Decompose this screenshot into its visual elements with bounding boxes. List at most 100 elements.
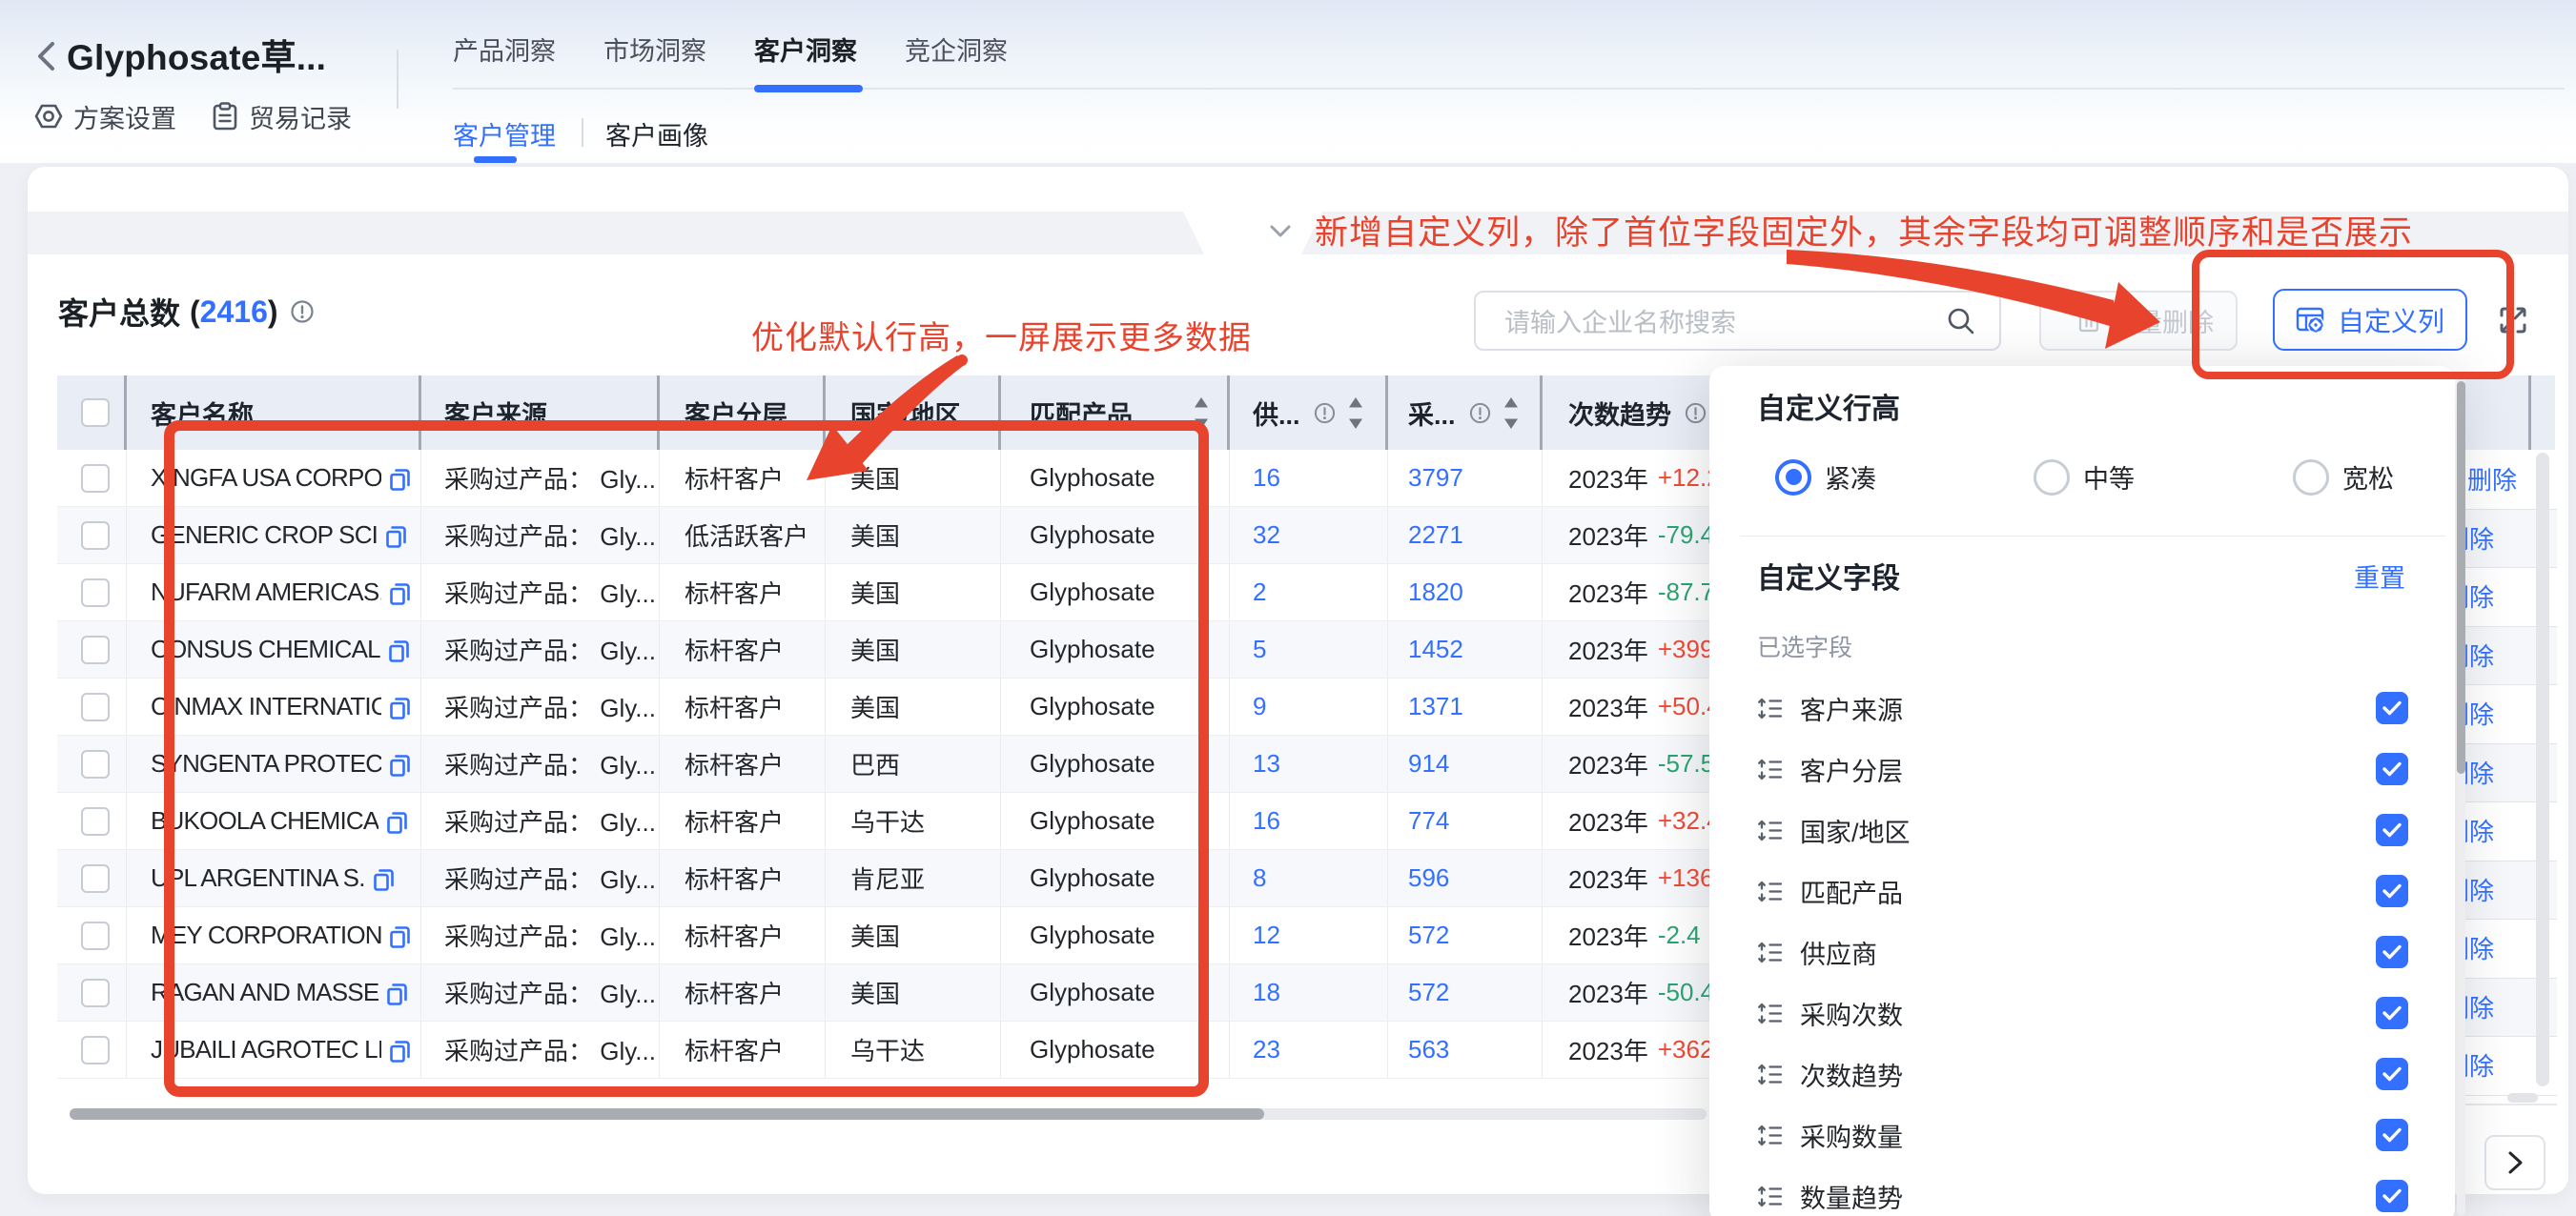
suppliers-count-link[interactable]: 32: [1253, 520, 1280, 550]
row-height-option-1[interactable]: 紧凑: [1775, 458, 1876, 496]
tab-4[interactable]: 竞企洞察: [905, 30, 1008, 68]
delete-row-label[interactable]: 删除: [2465, 993, 2494, 1023]
next-page-button[interactable]: [2484, 1135, 2545, 1190]
subtab-2[interactable]: 客户画像: [605, 115, 708, 152]
total-info-icon[interactable]: [290, 299, 315, 324]
row-checkbox[interactable]: [81, 1036, 110, 1064]
suppliers-count-link[interactable]: 18: [1253, 978, 1280, 1007]
delete-row-link[interactable]: 删除: [2465, 641, 2525, 672]
column-info-icon[interactable]: [1314, 402, 1336, 424]
delete-row-link[interactable]: 删除: [2465, 582, 2525, 613]
field-checkbox-checked[interactable]: [2376, 1119, 2408, 1151]
subtab-1[interactable]: 客户管理: [453, 115, 556, 152]
drag-handle-icon[interactable]: [1757, 1124, 1783, 1147]
delete-row-link[interactable]: 删除: [2465, 524, 2525, 555]
suppliers-count-link[interactable]: 16: [1253, 463, 1280, 493]
purchases-count-link[interactable]: 1452: [1408, 635, 1463, 664]
field-checkbox-checked[interactable]: [2376, 1180, 2408, 1212]
suppliers-count-link[interactable]: 9: [1253, 692, 1266, 721]
field-checkbox-checked[interactable]: [2376, 997, 2408, 1029]
field-checkbox-checked[interactable]: [2376, 753, 2408, 785]
suppliers-count-link[interactable]: 23: [1253, 1035, 1280, 1064]
purchases-count-link[interactable]: 563: [1408, 1035, 1449, 1064]
row-checkbox[interactable]: [81, 464, 110, 493]
row-checkbox[interactable]: [81, 521, 110, 550]
delete-row-label[interactable]: 删除: [2467, 465, 2517, 496]
filter-collapse-notch[interactable]: [1183, 212, 1322, 254]
drag-handle-icon[interactable]: [1757, 1185, 1783, 1208]
scheme-settings-button[interactable]: 方案设置: [34, 100, 176, 132]
delete-row-link[interactable]: 删除: [2465, 699, 2525, 730]
delete-row-label[interactable]: 删除: [2465, 1051, 2494, 1082]
suppliers-count-link[interactable]: 16: [1253, 806, 1280, 836]
delete-row-label[interactable]: 删除: [2465, 817, 2494, 847]
delete-row-link[interactable]: 删除: [2465, 934, 2525, 964]
collapse-chevron-icon[interactable]: [1268, 223, 1293, 240]
field-checkbox-checked[interactable]: [2376, 1058, 2408, 1090]
purchases-count-link[interactable]: 2271: [1408, 520, 1463, 550]
suppliers-count-link[interactable]: 5: [1253, 635, 1266, 664]
delete-row-link[interactable]: 删除: [2465, 759, 2525, 789]
delete-row-label[interactable]: 删除: [2465, 759, 2494, 789]
purchases-count-link[interactable]: 1820: [1408, 578, 1463, 607]
delete-row-link[interactable]: 删除: [2465, 876, 2525, 906]
row-checkbox[interactable]: [81, 864, 110, 893]
suppliers-count-link[interactable]: 13: [1253, 749, 1280, 779]
delete-row-label[interactable]: 删除: [2465, 582, 2494, 613]
tab-2[interactable]: 市场洞察: [603, 30, 706, 68]
drag-handle-icon[interactable]: [1757, 819, 1783, 842]
delete-row-label[interactable]: 删除: [2465, 699, 2494, 730]
delete-row-link[interactable]: 删除: [2465, 993, 2525, 1023]
vertical-scrollbar-thumb[interactable]: [2536, 453, 2549, 1086]
row-height-option-3[interactable]: 宽松: [2293, 458, 2394, 496]
drag-handle-icon[interactable]: [1757, 880, 1783, 903]
popover-scrollbar-thumb[interactable]: [2457, 381, 2465, 774]
delete-row-label[interactable]: 删除: [2465, 524, 2494, 555]
suppliers-count-link[interactable]: 2: [1253, 578, 1266, 607]
row-height-option-2[interactable]: 中等: [2034, 458, 2135, 496]
drag-handle-icon[interactable]: [1757, 1063, 1783, 1086]
column-info-icon[interactable]: [1469, 402, 1491, 424]
search-icon[interactable]: [1946, 306, 1976, 336]
purchases-count-link[interactable]: 1371: [1408, 692, 1463, 721]
purchases-count-link[interactable]: 774: [1408, 806, 1449, 836]
row-checkbox[interactable]: [81, 578, 110, 607]
delete-row-label[interactable]: 删除: [2465, 934, 2494, 964]
drag-handle-icon[interactable]: [1757, 941, 1783, 964]
delete-row-label[interactable]: 删除: [2465, 641, 2494, 672]
suppliers-count-link[interactable]: 12: [1253, 921, 1280, 950]
column-sort-icon[interactable]: [1503, 396, 1519, 430]
row-checkbox[interactable]: [81, 693, 110, 721]
delete-row-link[interactable]: 删除: [2465, 1051, 2525, 1082]
company-search-input[interactable]: 请输入企业名称搜索: [1474, 291, 2001, 351]
select-all-checkbox[interactable]: [81, 398, 110, 427]
tab-1[interactable]: 产品洞察: [453, 30, 556, 68]
delete-row-label[interactable]: 删除: [2465, 876, 2494, 906]
field-checkbox-checked[interactable]: [2376, 692, 2408, 724]
trade-records-button[interactable]: 贸易记录: [212, 100, 352, 132]
field-checkbox-checked[interactable]: [2376, 875, 2408, 907]
purchases-count-link[interactable]: 914: [1408, 749, 1449, 779]
row-checkbox[interactable]: [81, 979, 110, 1007]
horizontal-scrollbar-thumb[interactable]: [70, 1108, 1264, 1120]
purchases-count-link[interactable]: 3797: [1408, 463, 1463, 493]
reset-link[interactable]: 重置: [2354, 557, 2405, 595]
row-checkbox[interactable]: [81, 922, 110, 950]
drag-handle-icon[interactable]: [1757, 758, 1783, 781]
suppliers-count-link[interactable]: 8: [1253, 863, 1266, 893]
purchases-count-link[interactable]: 596: [1408, 863, 1449, 893]
back-icon[interactable]: [34, 40, 57, 72]
purchases-count-link[interactable]: 572: [1408, 921, 1449, 950]
row-checkbox[interactable]: [81, 807, 110, 836]
delete-row-link[interactable]: 删除: [2465, 817, 2525, 847]
field-checkbox-checked[interactable]: [2376, 814, 2408, 846]
row-checkbox[interactable]: [81, 636, 110, 664]
tab-3[interactable]: 客户洞察: [754, 30, 857, 68]
purchases-count-link[interactable]: 572: [1408, 978, 1449, 1007]
delete-row-link[interactable]: 删除: [2465, 465, 2525, 496]
drag-handle-icon[interactable]: [1757, 697, 1783, 720]
column-info-icon[interactable]: [1685, 402, 1707, 424]
drag-handle-icon[interactable]: [1757, 1002, 1783, 1025]
row-checkbox[interactable]: [81, 750, 110, 779]
column-sort-icon[interactable]: [1348, 396, 1363, 430]
